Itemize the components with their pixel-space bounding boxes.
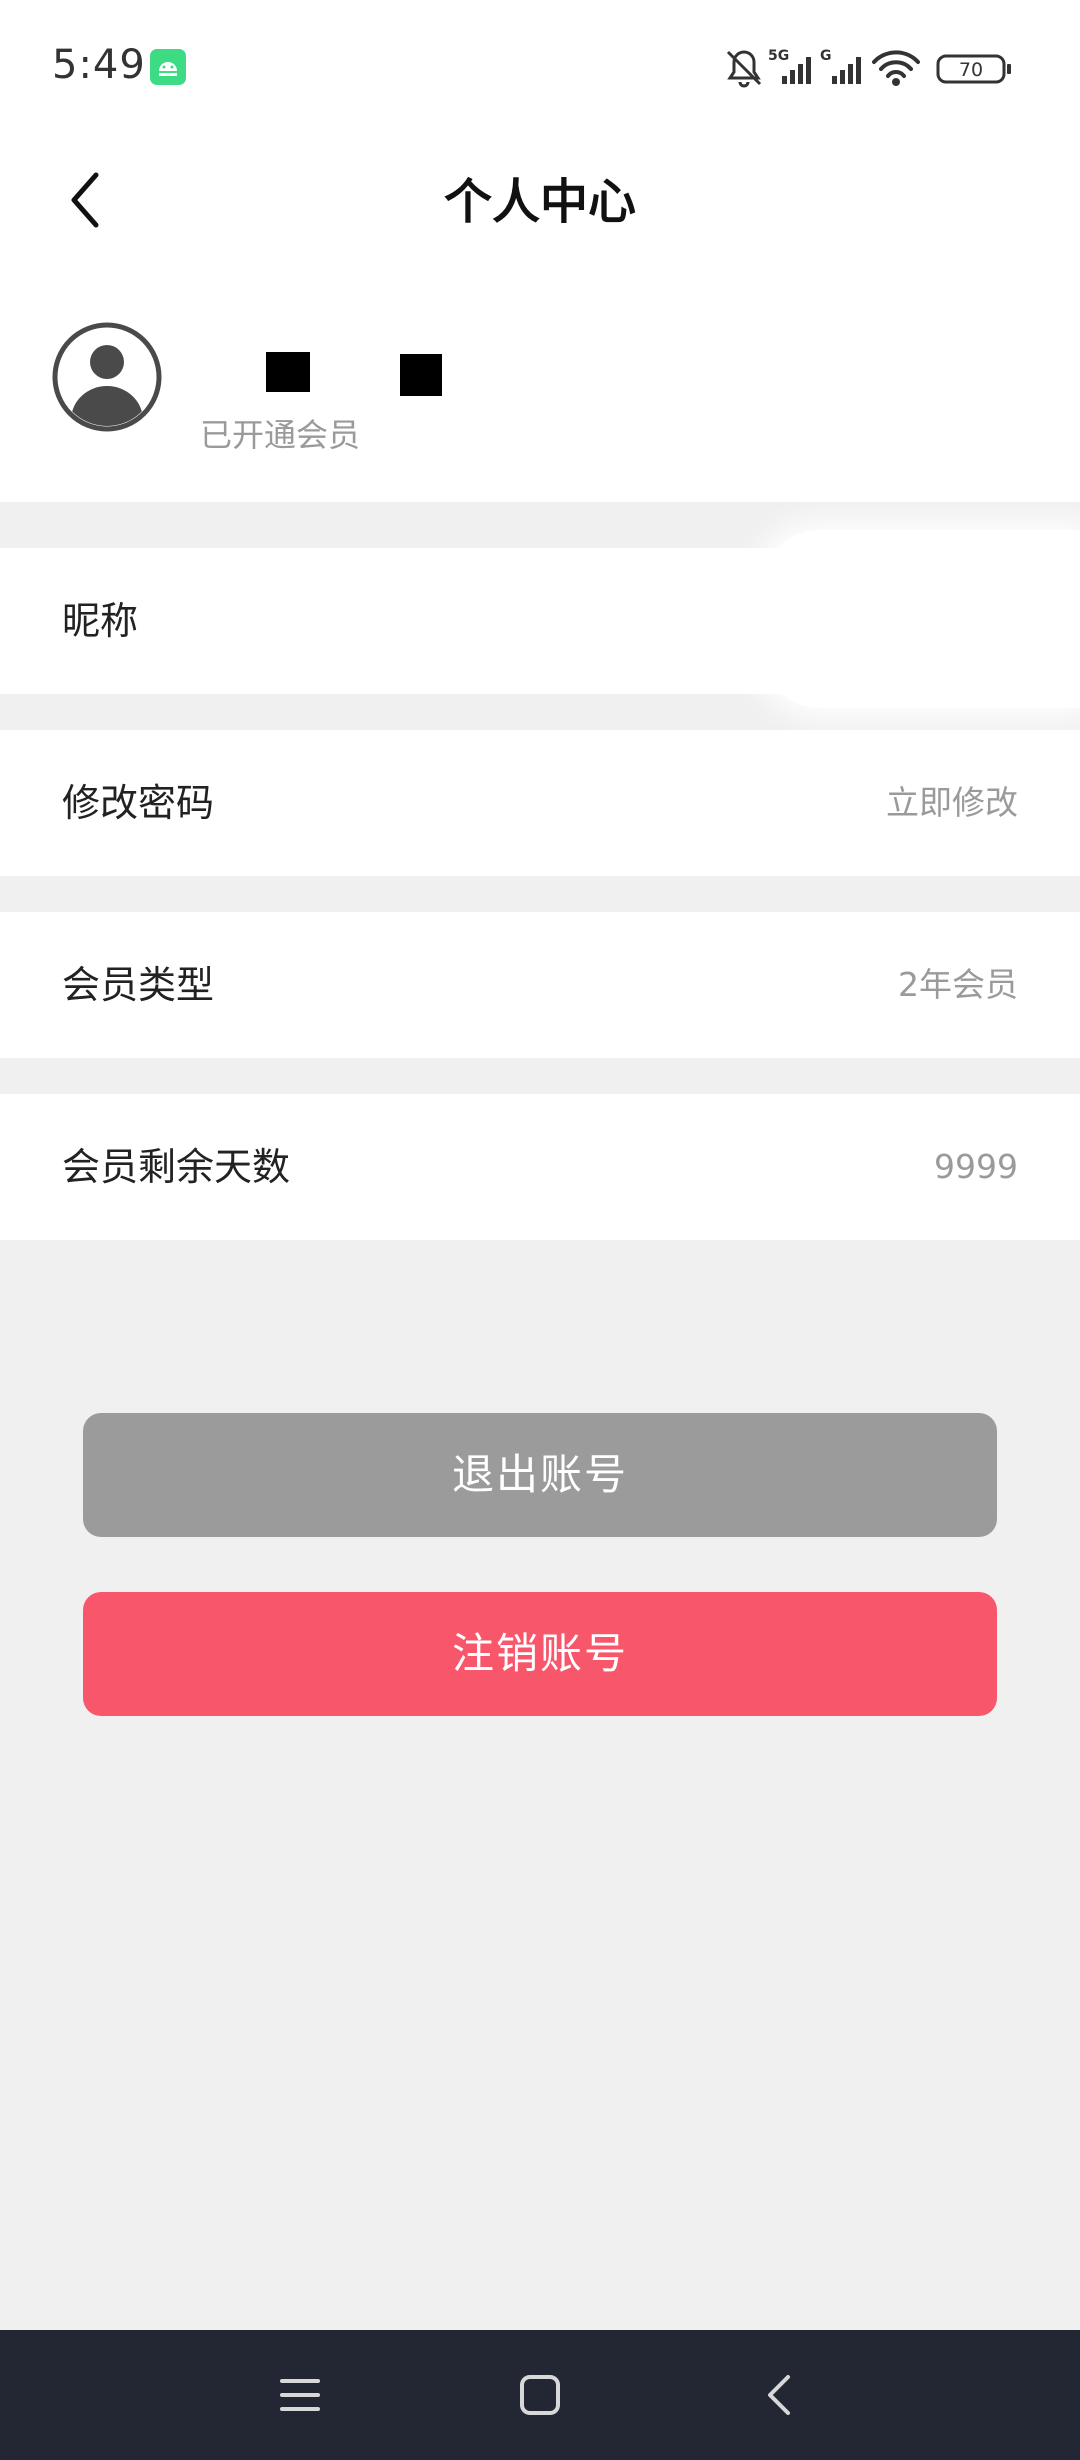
row-membership-type-label: 会员类型 (62, 963, 215, 1007)
system-nav-bar (0, 2330, 1080, 2460)
change-password-link[interactable]: 立即修改 (886, 730, 1018, 876)
status-time: 5:49 (52, 42, 146, 88)
status-bar: 5:49 5G G 70 (0, 0, 1080, 130)
row-remaining-days-label: 会员剩余天数 (62, 1145, 291, 1189)
back-icon[interactable] (750, 2365, 810, 2425)
avatar[interactable] (52, 322, 162, 432)
android-notification-icon (150, 49, 186, 85)
row-nickname[interactable]: 昵称 (0, 530, 1080, 708)
row-nickname-label: 昵称 (62, 599, 139, 643)
logout-button[interactable]: 退出账号 (83, 1413, 997, 1537)
page-title: 个人中心 (443, 174, 636, 230)
user-avatar-icon (52, 322, 162, 432)
network-label-2: G (820, 48, 832, 64)
network-label-1: 5G (768, 48, 789, 64)
battery-level: 70 (959, 59, 983, 81)
cancel-account-button[interactable]: 注销账号 (83, 1592, 997, 1716)
signal-g-icon (832, 57, 861, 84)
row-remaining-days-value: 9999 (934, 1147, 1018, 1186)
wifi-icon (872, 50, 920, 86)
row-membership-type-value: 2年会员 (898, 965, 1018, 1004)
status-icons: 5G G 70 (726, 48, 1011, 88)
row-change-password-label: 修改密码 (62, 781, 215, 825)
battery-icon: 70 (936, 54, 1011, 84)
row-change-password[interactable]: 修改密码 立即修改 (0, 730, 1080, 876)
member-status: 已开通会员 (200, 416, 361, 454)
menu-icon[interactable] (270, 2365, 330, 2425)
home-icon[interactable] (510, 2365, 570, 2425)
redacted-username-block-1 (266, 352, 310, 392)
profile-section: 已开通会员 (0, 260, 1080, 502)
nickname-blur (760, 530, 1080, 708)
nav-header: 个人中心 (0, 130, 1080, 260)
row-remaining-days: 会员剩余天数 9999 (0, 1094, 1080, 1240)
row-membership-type: 会员类型 2年会员 (0, 912, 1080, 1058)
bell-muted-icon (726, 50, 762, 88)
redacted-username-block-2 (400, 354, 442, 396)
